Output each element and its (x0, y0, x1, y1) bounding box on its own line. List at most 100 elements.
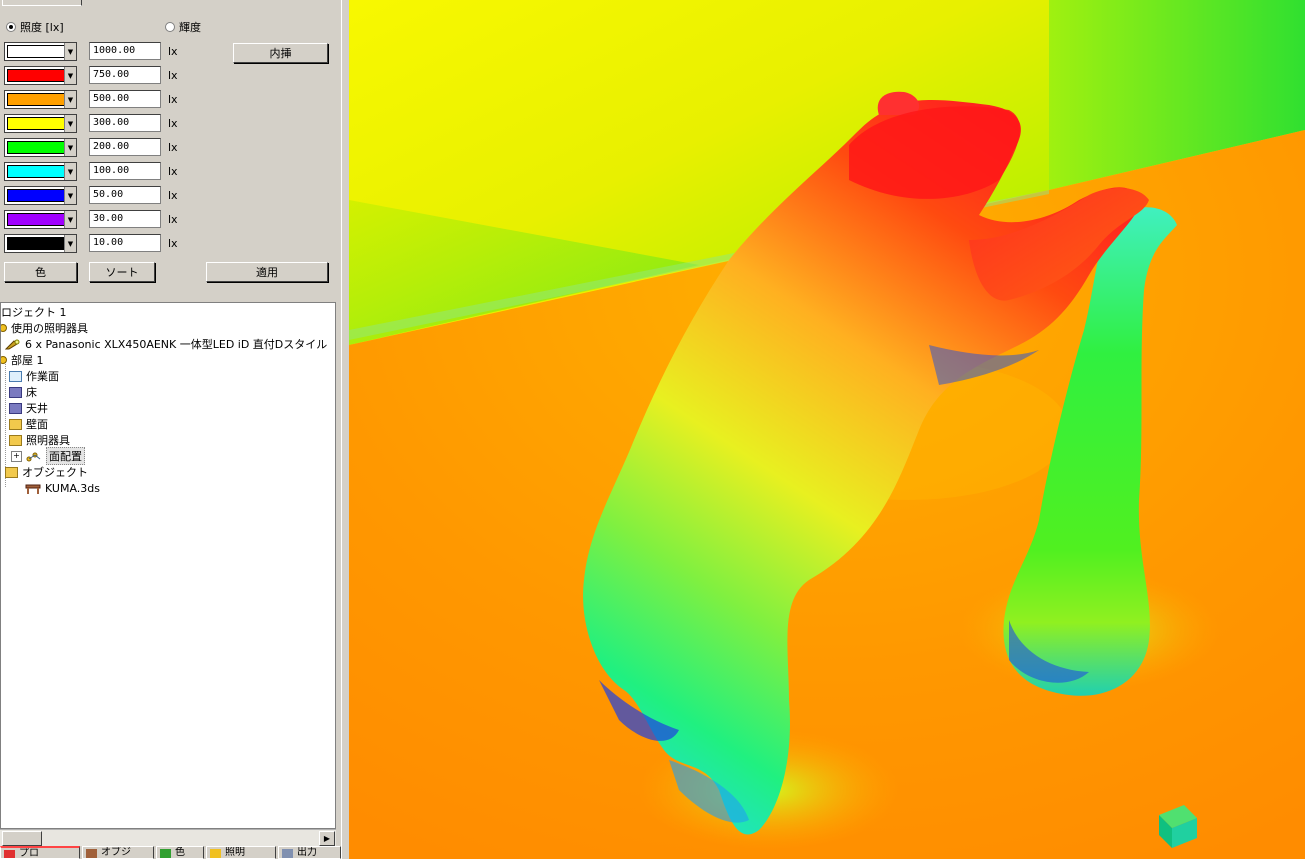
tree-walls[interactable]: 壁面 (9, 416, 48, 432)
tree-area-arrangement[interactable]: + 面配置 (11, 447, 85, 465)
panel-splitter[interactable] (341, 0, 349, 859)
legend-row: ▼ 100.00 lx (4, 161, 334, 183)
tab-output[interactable]: 出力 (278, 846, 341, 859)
unit-label: lx (168, 213, 178, 226)
scroll-thumb[interactable] (2, 831, 42, 846)
color-picker[interactable]: ▼ (4, 138, 77, 157)
color-picker[interactable]: ▼ (4, 114, 77, 133)
tree-fixture-entry[interactable]: 6 x Panasonic XLX450AENK 一体型LED iD 直付Dスタ… (4, 336, 328, 352)
color-swatch (7, 69, 65, 82)
scroll-right-icon[interactable]: ▶ (319, 831, 335, 846)
table-icon (25, 483, 41, 494)
color-picker[interactable]: ▼ (4, 66, 77, 85)
tree-floor[interactable]: 床 (9, 384, 37, 400)
threshold-input[interactable]: 750.00 (89, 66, 161, 84)
tab-label: 照明 (225, 847, 245, 858)
tab-project[interactable]: プロ (0, 846, 80, 859)
object-tab-icon (86, 849, 97, 858)
left-panel: 照度 [lx] 輝度 ▼ 1000.00 lx ▼ 750.00 lx ▼ 500.00 lx ▼… (0, 0, 342, 859)
objects-label: オブジェクト (22, 466, 88, 479)
chevron-down-icon[interactable]: ▼ (64, 115, 76, 132)
fixtures-used-label: 使用の照明器具 (11, 322, 88, 335)
color-swatch (7, 117, 65, 130)
radio-dot-icon (165, 22, 175, 32)
project-tab-icon (4, 850, 15, 858)
threshold-input[interactable]: 200.00 (89, 138, 161, 156)
3d-viewport[interactable] (349, 0, 1305, 859)
illuminance-radio[interactable]: 照度 [lx] (6, 19, 64, 35)
color-picker[interactable]: ▼ (4, 210, 77, 229)
color-tab-icon (160, 849, 171, 858)
chevron-down-icon[interactable]: ▼ (64, 187, 76, 204)
color-picker[interactable]: ▼ (4, 186, 77, 205)
fixture-entry-label: 6 x Panasonic XLX450AENK 一体型LED iD 直付Dスタ… (25, 338, 328, 351)
tab-color[interactable]: 色 (156, 846, 204, 859)
tree-room[interactable]: 部屋 1 (1, 352, 44, 368)
color-swatch (7, 45, 65, 58)
color-picker[interactable]: ▼ (4, 234, 77, 253)
legend-panel: 照度 [lx] 輝度 ▼ 1000.00 lx ▼ 750.00 lx ▼ 500.00 lx ▼… (0, 0, 339, 298)
color-picker[interactable]: ▼ (4, 42, 77, 61)
tab-objects[interactable]: オブジ (82, 846, 154, 859)
threshold-input[interactable]: 100.00 (89, 162, 161, 180)
threshold-input[interactable]: 500.00 (89, 90, 161, 108)
tree-object-file[interactable]: KUMA.3ds (25, 480, 100, 496)
color-button[interactable]: 色 (4, 262, 77, 282)
arrangement-icon (26, 451, 42, 462)
color-picker[interactable]: ▼ (4, 90, 77, 109)
horizontal-scrollbar[interactable]: ▶ (0, 829, 336, 846)
unit-label: lx (168, 117, 178, 130)
apply-button[interactable]: 適用 (206, 262, 328, 282)
unit-label: lx (168, 141, 178, 154)
color-swatch (7, 213, 65, 226)
lighting-tab-icon (210, 849, 221, 858)
tab-label: 出力 (297, 847, 317, 858)
tree-ceiling[interactable]: 天井 (9, 400, 48, 416)
folder-icon (5, 466, 18, 478)
unit-label: lx (168, 69, 178, 82)
tab-lighting[interactable]: 照明 (206, 846, 276, 859)
chevron-down-icon[interactable]: ▼ (64, 67, 76, 84)
illuminance-label: 照度 [lx] (20, 21, 64, 34)
ceiling-label: 天井 (26, 402, 48, 415)
threshold-input[interactable]: 300.00 (89, 114, 161, 132)
chevron-down-icon[interactable]: ▼ (64, 163, 76, 180)
legend-row: ▼ 30.00 lx (4, 209, 334, 231)
chevron-down-icon[interactable]: ▼ (64, 211, 76, 228)
color-swatch (7, 165, 65, 178)
tree-fixtures-used[interactable]: 使用の照明器具 (1, 320, 88, 336)
threshold-input[interactable]: 1000.00 (89, 42, 161, 60)
tree-luminaires[interactable]: 照明器具 (9, 432, 70, 448)
tree-work-plane[interactable]: 作業面 (9, 368, 59, 384)
chevron-down-icon[interactable]: ▼ (64, 91, 76, 108)
threshold-input[interactable]: 50.00 (89, 186, 161, 204)
luminance-radio[interactable]: 輝度 (165, 19, 201, 35)
room-icon (1, 356, 7, 364)
tree-project[interactable]: ロジェクト 1 (1, 304, 67, 320)
unit-label: lx (168, 165, 178, 178)
color-swatch (7, 189, 65, 202)
tab-label: プロ (19, 848, 39, 859)
luminance-label: 輝度 (179, 21, 201, 34)
floor-icon (9, 386, 22, 398)
folder-icon (9, 434, 22, 446)
interpolate-button[interactable]: 内挿 (233, 43, 328, 63)
plane-icon (9, 370, 22, 382)
threshold-input[interactable]: 30.00 (89, 210, 161, 228)
color-picker[interactable]: ▼ (4, 162, 77, 181)
expand-icon[interactable]: + (11, 450, 22, 462)
folder-icon (9, 418, 22, 430)
project-tree[interactable]: ロジェクト 1 使用の照明器具 6 x Panasonic XLX450AENK… (0, 302, 336, 829)
work-plane-label: 作業面 (26, 370, 59, 383)
color-swatch (7, 237, 65, 250)
legend-row: ▼ 750.00 lx (4, 65, 334, 87)
chevron-down-icon[interactable]: ▼ (64, 43, 76, 60)
walls-label: 壁面 (26, 418, 48, 431)
tree-objects[interactable]: オブジェクト (5, 464, 88, 480)
sort-button[interactable]: ソート (89, 262, 155, 282)
project-label: ロジェクト 1 (1, 306, 67, 319)
threshold-input[interactable]: 10.00 (89, 234, 161, 252)
chevron-down-icon[interactable]: ▼ (64, 235, 76, 252)
false-color-render (349, 0, 1305, 859)
chevron-down-icon[interactable]: ▼ (64, 139, 76, 156)
